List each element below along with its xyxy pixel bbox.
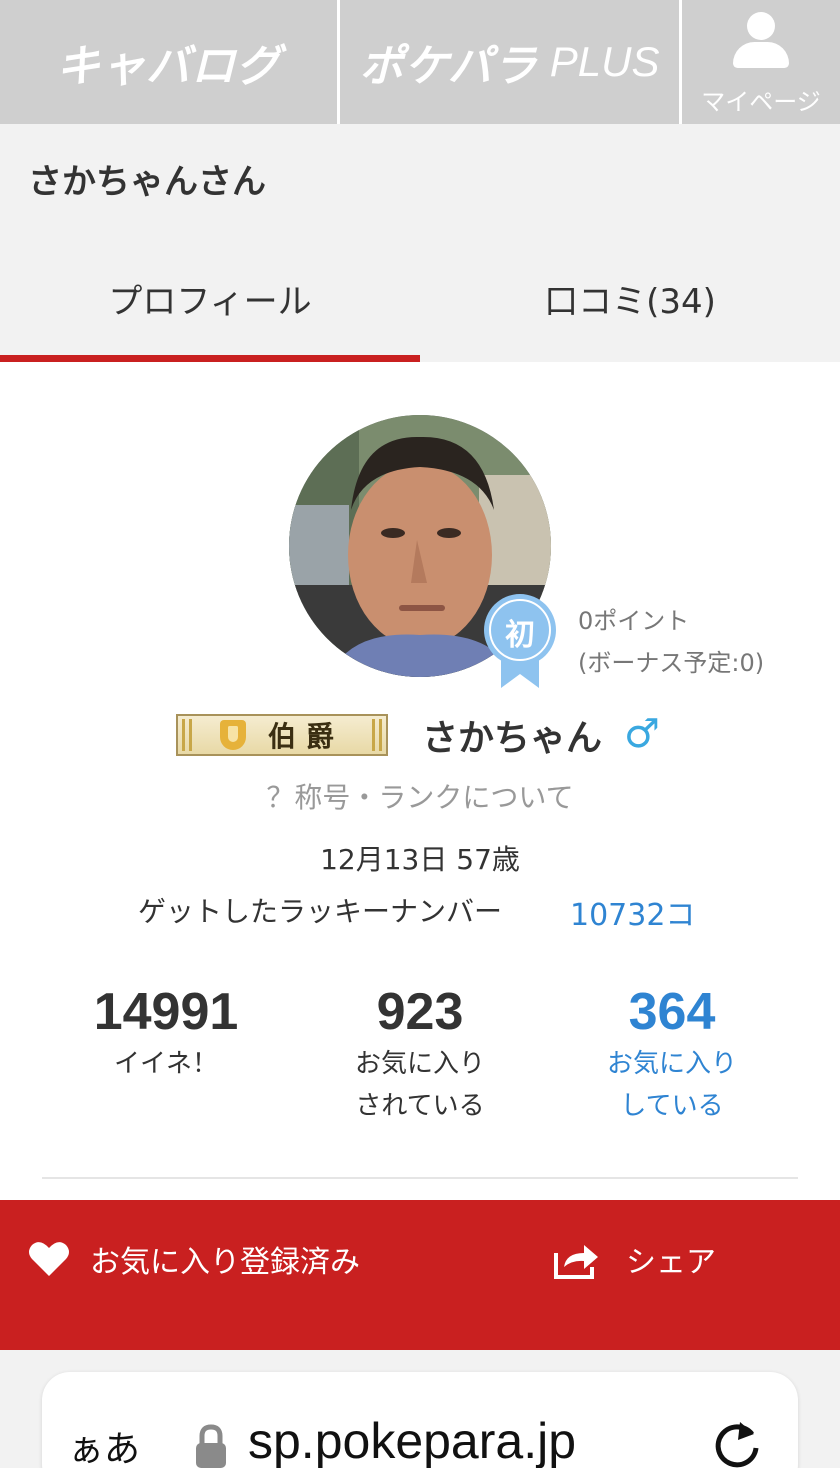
favorited-by-count: 923 [376,983,464,1041]
favorite-button[interactable]: お気に入り登録済み [28,1234,360,1284]
mypage-button[interactable]: マイページ [682,0,840,124]
plus-logo-suffix: PLUS [549,38,660,85]
badge-label: 初 [505,618,535,653]
divider [42,1177,798,1179]
tab-reviews[interactable]: 口コミ(34) [420,234,840,362]
page-header: さかちゃんさん [0,124,840,234]
share-label: シェア [626,1245,716,1280]
share-icon [554,1245,598,1279]
shield-icon [219,720,246,750]
favorited-by-stat: 923 お気に入り されている [290,982,550,1126]
share-button[interactable]: シェア [552,1234,716,1284]
points-info: 0ポイント (ボーナス予定:0) [578,600,764,684]
url-text[interactable]: sp.pokepara.jp [248,1412,576,1468]
page-title: さかちゃんさん [28,162,266,202]
reload-icon[interactable] [712,1418,764,1468]
favorited-by-label-line2: されている [355,1091,485,1121]
birthday-age: 12月13日 57歳 [320,843,520,876]
favoriting-count[interactable]: 364 [542,982,802,1042]
favoriting-label-line1[interactable]: お気に入り [542,1044,802,1084]
rank-name-row: 伯爵 さかちゃん ♂ [0,705,840,765]
lock-icon [196,1424,226,1468]
lucky-number-label: ゲットしたラッキーナンバー [138,895,503,928]
male-icon: ♂ [624,711,660,757]
favoriting-stat[interactable]: 364 お気に入り している [542,982,802,1126]
top-nav: キャバログ ポケパラ PLUS マイページ [0,0,840,124]
browser-toolbar: ぁあ sp.pokepara.jp [0,1350,840,1468]
mypage-label: マイページ [701,87,821,116]
heart-icon [29,1242,69,1276]
tab-profile[interactable]: プロフィール [0,234,420,362]
bonus-value: (ボーナス予定:0) [578,649,765,677]
action-bar: お気に入り登録済み シェア [0,1200,840,1350]
favorited-by-label-line1: お気に入り [354,1049,485,1079]
favoriting-label-line2[interactable]: している [542,1086,802,1126]
cabalog-logo-link[interactable]: キャバログ [0,0,340,124]
text-size-button[interactable]: ぁあ [68,1420,140,1468]
lucky-number-count[interactable]: 10732コ [570,890,695,934]
nickname: さかちゃん [422,718,603,759]
likes-label: イイネ！ [113,1049,218,1079]
stats-row: 14991 イイネ！ 923 お気に入り されている 364 お気に入り してい… [0,982,840,1122]
rank-plate: 伯爵 [176,714,388,756]
address-bar[interactable]: ぁあ sp.pokepara.jp [42,1372,798,1468]
pokepara-logo: ポケパラ [359,41,538,92]
tab-bar: プロフィール 口コミ(34) [0,234,840,362]
cabalog-logo: キャバログ [56,41,281,92]
user-icon [731,11,791,72]
favorite-label: お気に入り登録済み [90,1245,360,1280]
points-value: 0ポイント [578,607,690,635]
rank-title: 伯爵 [267,720,344,753]
pokepara-plus-logo-link[interactable]: ポケパラ PLUS [340,0,682,124]
likes-stat: 14991 イイネ！ [36,982,296,1084]
likes-count: 14991 [93,983,239,1041]
about-rank-link[interactable]: ？称号・ランクについて [0,776,840,816]
